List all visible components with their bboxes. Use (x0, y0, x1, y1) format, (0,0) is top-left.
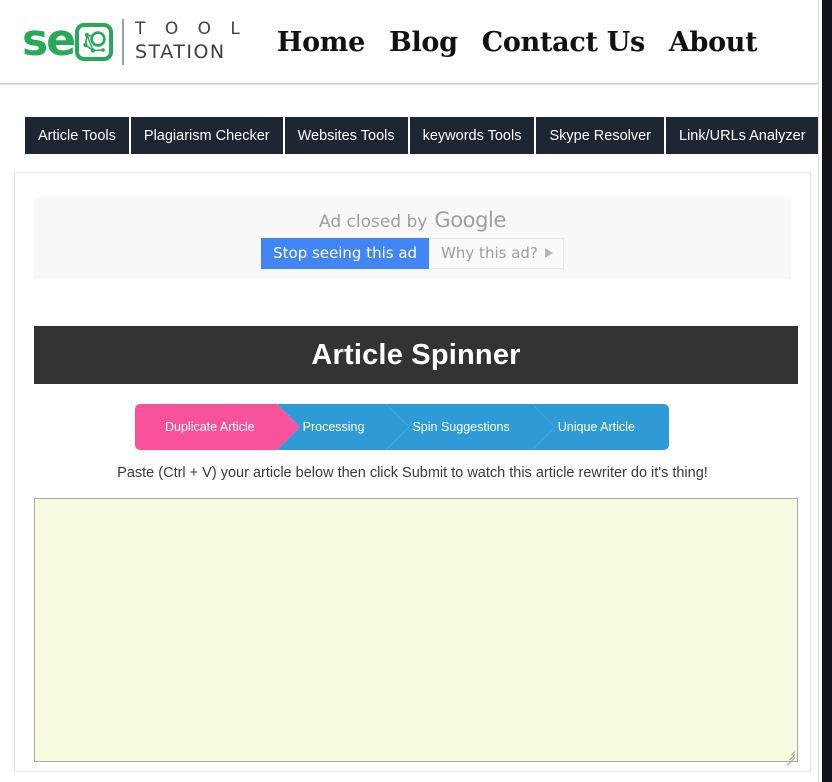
tools-menu-item-link-urls-analyzer[interactable]: Link/URLs Analyzer (666, 117, 821, 154)
why-this-ad-button[interactable]: Why this ad? (429, 237, 564, 269)
tools-menu-item-websites-tools[interactable]: Websites Tools (284, 117, 410, 154)
site-header: se T O O L STATION Home Blog Contact Us … (0, 0, 822, 83)
site-logo[interactable]: se T O O L STATION (22, 14, 247, 66)
logo-divider (122, 18, 125, 65)
tools-menu-item-plagiarism-checker[interactable]: Plagiarism Checker (130, 117, 285, 154)
step-label: Duplicate Article (165, 420, 255, 434)
ad-buttons-group: Stop seeing this ad Why this ad? (261, 237, 564, 269)
logo-letters: se (22, 14, 76, 66)
logo-tool-text: T O O L (135, 19, 247, 39)
step-arrow-icon (531, 404, 555, 450)
ad-closed-line: Ad closed by Google (319, 208, 506, 232)
nav-item-contact-us[interactable]: Contact Us (482, 27, 645, 58)
instruction-text: Paste (Ctrl + V) your article below then… (117, 465, 708, 481)
page-root: se T O O L STATION Home Blog Contact Us … (0, 0, 832, 782)
main-navigation: Home Blog Contact Us About (277, 27, 758, 58)
tools-menu-item-keywords-tools[interactable]: keywords Tools (409, 117, 537, 154)
play-triangle-icon (544, 247, 553, 258)
step-label: Processing (302, 420, 365, 434)
main-content-card: Ad closed by Google Stop seeing this ad … (14, 172, 811, 772)
step-label: Unique Article (557, 420, 635, 434)
article-input-textarea[interactable] (34, 498, 798, 762)
step-duplicate-article[interactable]: Duplicate Article (135, 404, 300, 450)
tools-menu-item-article-tools[interactable]: Article Tools (25, 117, 131, 154)
tools-menu-bar: Article Tools Plagiarism Checker Website… (25, 117, 832, 154)
logo-station-text: STATION (135, 41, 226, 63)
tools-menu-item-skype-resolver[interactable]: Skype Resolver (536, 117, 667, 154)
progress-steps: Duplicate Article Processing Spin Sugges… (135, 404, 669, 450)
logo-wordmark-text: T O O L STATION (135, 21, 247, 62)
step-arrow-icon (276, 404, 300, 450)
ad-closed-block: Ad closed by Google Stop seeing this ad … (34, 197, 791, 279)
gear-network-icon (75, 22, 114, 61)
browser-right-edge (822, 0, 832, 782)
google-brand-label: Google (434, 207, 506, 232)
nav-item-blog[interactable]: Blog (389, 27, 458, 58)
logo-seo-wordmark: se (22, 14, 122, 66)
ad-closed-label: Ad closed by (318, 211, 428, 232)
nav-item-home[interactable]: Home (277, 27, 365, 58)
step-arrow-icon (386, 404, 410, 450)
step-label: Spin Suggestions (412, 420, 510, 434)
page-title: Article Spinner (311, 338, 521, 371)
why-this-ad-label: Why this ad? (441, 243, 538, 262)
panel-heading: Article Spinner (34, 326, 798, 384)
stop-seeing-this-ad-button[interactable]: Stop seeing this ad (261, 237, 430, 269)
nav-item-about[interactable]: About (669, 27, 758, 58)
